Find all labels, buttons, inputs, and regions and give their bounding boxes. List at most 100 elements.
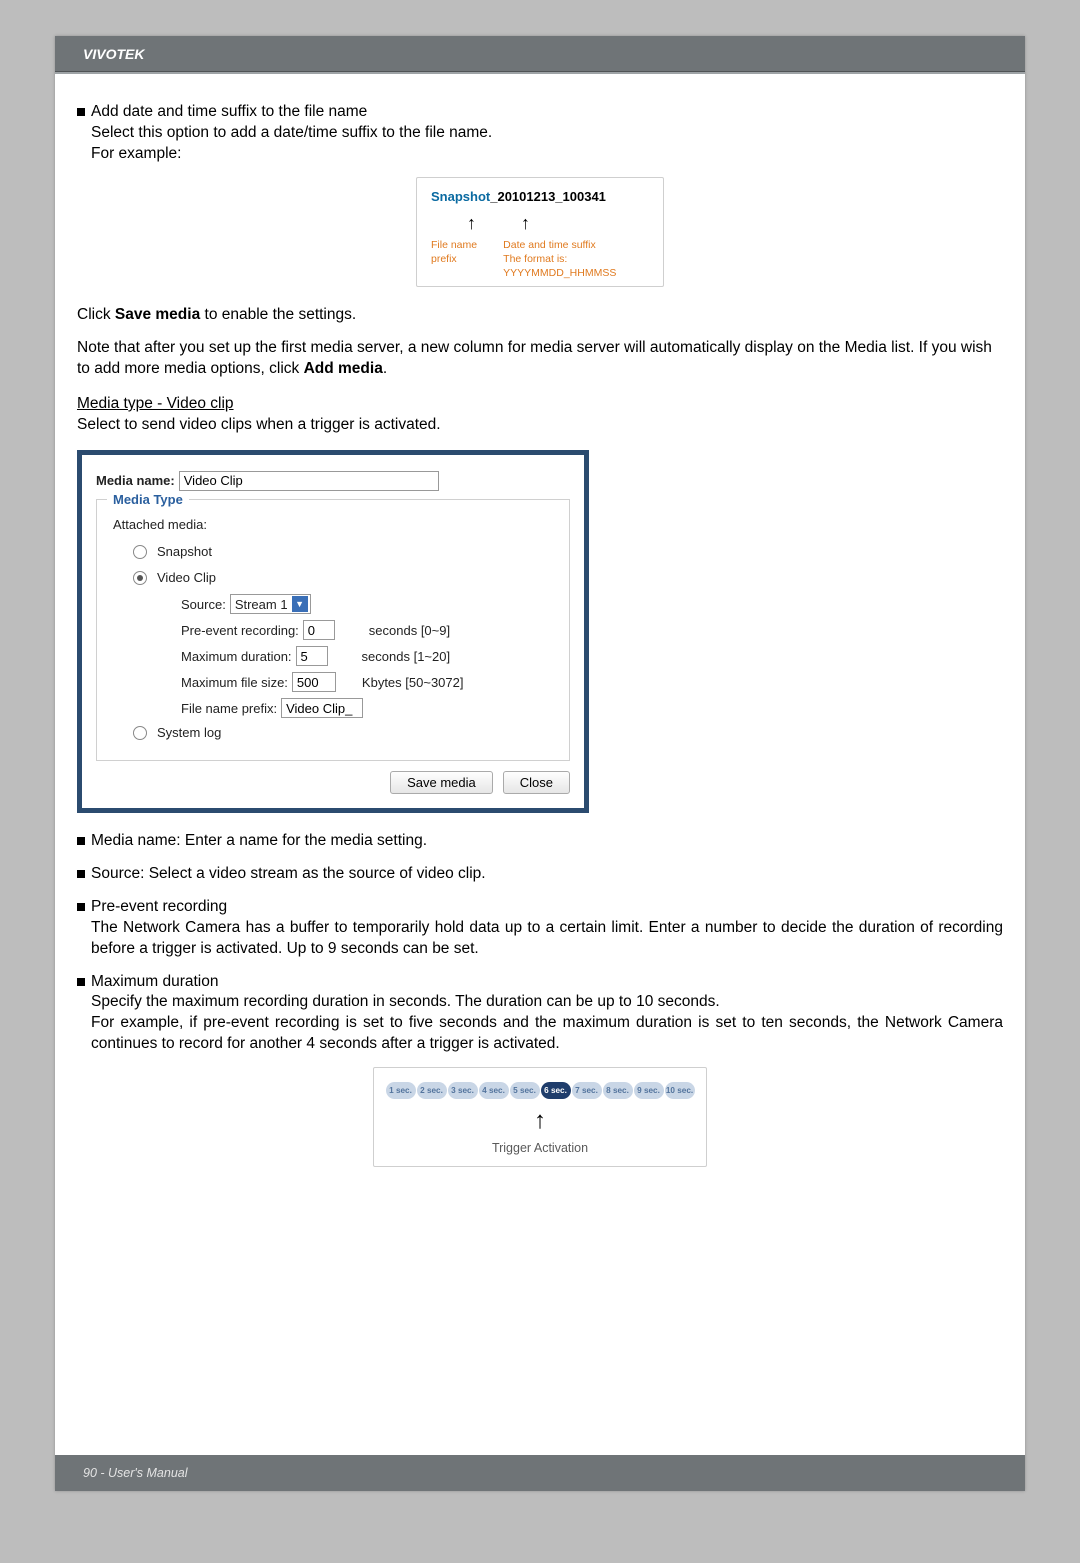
note-part1: Note that after you set up the first med… [77, 339, 992, 377]
attached-media-label: Attached media: [113, 516, 555, 534]
source-label: Source: [181, 596, 226, 614]
timeline-bubble: 1 sec. [386, 1082, 416, 1099]
videoclip-option[interactable]: Video Clip [133, 569, 555, 587]
example-prefix: Snapshot [431, 189, 490, 204]
suffix-bullet: Add date and time suffix to the file nam… [77, 102, 1003, 165]
media-type-block: Media type - Video clip Select to send v… [77, 394, 1003, 436]
example-label-suffix-group: Date and time suffix The format is: YYYY… [503, 238, 653, 281]
header-bar: VIVOTEK [55, 36, 1025, 72]
bullet-pre-event-title: Pre-event recording [91, 897, 1003, 918]
fieldset-legend: Media Type [107, 491, 189, 509]
videoclip-subfields: Source: Stream 1 ▼ Pre-event recording: … [133, 594, 555, 718]
example-filename: Snapshot_20101213_100341 [431, 188, 653, 206]
bullet-media-name-text: Media name: Enter a name for the media s… [91, 831, 427, 852]
note-part2: . [383, 360, 387, 377]
max-duration-input[interactable] [296, 646, 328, 666]
square-bullet-icon [77, 108, 85, 116]
suffix-text-block: Add date and time suffix to the file nam… [91, 102, 492, 165]
bullet-pre-event-text: The Network Camera has a buffer to tempo… [91, 918, 1003, 960]
square-bullet-icon [77, 837, 85, 845]
click-save-line: Click Save media to enable the settings. [77, 305, 1003, 326]
square-bullet-icon [77, 978, 85, 986]
example-label-prefix: File name prefix [431, 238, 493, 281]
pre-event-hint: seconds [0~9] [369, 622, 450, 640]
media-type-line: Select to send video clips when a trigge… [77, 415, 1003, 436]
example-label-suffix: Date and time suffix [503, 238, 653, 252]
timeline-bubble: 9 sec. [634, 1082, 664, 1099]
timeline-bubble: 8 sec. [603, 1082, 633, 1099]
trigger-activation-label: Trigger Activation [384, 1140, 696, 1157]
pre-event-label: Pre-event recording: [181, 622, 299, 640]
bullet-pre-event-body: Pre-event recording The Network Camera h… [91, 897, 1003, 960]
media-name-input[interactable] [179, 471, 439, 491]
square-bullet-icon [77, 870, 85, 878]
footer-bar: 90 - User's Manual [55, 1455, 1025, 1491]
systemlog-option[interactable]: System log [133, 724, 555, 742]
arrow-up-icon: ↑ [384, 1105, 696, 1137]
timeline-bubbles: 1 sec.2 sec.3 sec.4 sec.5 sec.6 sec.7 se… [384, 1082, 696, 1099]
suffix-title: Add date and time suffix to the file nam… [91, 102, 492, 123]
brand-text: VIVOTEK [83, 46, 144, 62]
bullet-max-duration-line1: Specify the maximum recording duration i… [91, 992, 1003, 1013]
filename-example-box: Snapshot_20101213_100341 ↑ ↑ File name p… [416, 177, 664, 287]
radio-icon[interactable] [133, 545, 147, 559]
media-name-row: Media name: [96, 471, 570, 491]
bullet-source-text: Source: Select a video stream as the sou… [91, 864, 486, 885]
chevron-down-icon[interactable]: ▼ [292, 596, 308, 612]
media-type-heading: Media type - Video clip [77, 394, 1003, 415]
media-form-frame: Media name: Media Type Attached media: S… [77, 450, 589, 813]
source-value: Stream 1 [235, 596, 288, 614]
timeline-bubble: 2 sec. [417, 1082, 447, 1099]
example-label-format: The format is: YYYYMMDD_HHMMSS [503, 252, 653, 280]
max-duration-row: Maximum duration: seconds [1~20] [181, 646, 555, 666]
click-save-bold: Save media [115, 306, 200, 323]
square-bullet-icon [77, 903, 85, 911]
max-duration-label: Maximum duration: [181, 648, 292, 666]
prefix-row: File name prefix: [181, 698, 555, 718]
prefix-input[interactable] [281, 698, 363, 718]
max-size-label: Maximum file size: [181, 674, 288, 692]
bullet-max-duration-line2: For example, if pre-event recording is s… [91, 1013, 1003, 1055]
timeline-box: 1 sec.2 sec.3 sec.4 sec.5 sec.6 sec.7 se… [373, 1067, 707, 1167]
radio-icon[interactable] [133, 571, 147, 585]
bullet-media-name: Media name: Enter a name for the media s… [77, 831, 1003, 852]
max-size-row: Maximum file size: Kbytes [50~3072] [181, 672, 555, 692]
media-name-label: Media name: [96, 472, 175, 490]
systemlog-label: System log [157, 724, 221, 742]
bullet-max-duration-title: Maximum duration [91, 972, 1003, 993]
example-suffix: _20101213_100341 [490, 189, 606, 204]
arrow-up-icon: ↑ [521, 211, 530, 235]
pre-event-input[interactable] [303, 620, 335, 640]
save-media-button[interactable]: Save media [390, 771, 493, 794]
content-area: Add date and time suffix to the file nam… [55, 74, 1025, 1167]
note-bold: Add media [304, 360, 383, 377]
timeline-bubble: 3 sec. [448, 1082, 478, 1099]
note-paragraph: Note that after you set up the first med… [77, 338, 1003, 380]
bullet-pre-event: Pre-event recording The Network Camera h… [77, 897, 1003, 960]
source-select[interactable]: Stream 1 ▼ [230, 594, 311, 614]
close-button[interactable]: Close [503, 771, 570, 794]
bullet-source: Source: Select a video stream as the sou… [77, 864, 1003, 885]
bullet-max-duration-body: Maximum duration Specify the maximum rec… [91, 972, 1003, 1056]
max-duration-hint: seconds [1~20] [362, 648, 451, 666]
footer-text: 90 - User's Manual [83, 1466, 188, 1480]
arrow-up-icon: ↑ [467, 211, 476, 235]
radio-icon[interactable] [133, 726, 147, 740]
source-row: Source: Stream 1 ▼ [181, 594, 555, 614]
form-button-row: Save media Close [96, 771, 570, 794]
snapshot-option[interactable]: Snapshot [133, 543, 555, 561]
timeline-bubble: 5 sec. [510, 1082, 540, 1099]
page: VIVOTEK Add date and time suffix to the … [55, 36, 1025, 1491]
click-save-post: to enable the settings. [200, 306, 356, 323]
bullet-max-duration: Maximum duration Specify the maximum rec… [77, 972, 1003, 1056]
max-size-input[interactable] [292, 672, 336, 692]
max-size-hint: Kbytes [50~3072] [362, 674, 464, 692]
timeline-bubble: 6 sec. [541, 1082, 571, 1099]
media-type-fieldset: Media Type Attached media: Snapshot Vide… [96, 499, 570, 761]
videoclip-label: Video Clip [157, 569, 216, 587]
click-save-pre: Click [77, 306, 115, 323]
pre-event-row: Pre-event recording: seconds [0~9] [181, 620, 555, 640]
example-arrow-row: ↑ ↑ [431, 211, 653, 235]
timeline-bubble: 7 sec. [572, 1082, 602, 1099]
suffix-line2: For example: [91, 144, 492, 165]
